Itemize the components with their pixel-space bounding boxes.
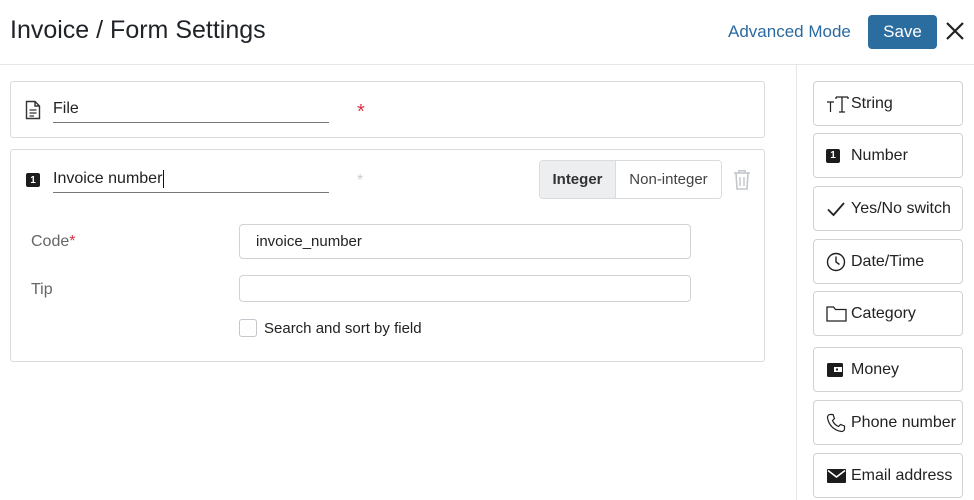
field-name-input[interactable]: Invoice number — [53, 165, 329, 193]
field-type-label: Phone number — [851, 413, 956, 431]
integer-option[interactable]: Integer — [540, 161, 616, 198]
header: Invoice / Form Settings Advanced Mode Sa… — [0, 0, 974, 65]
required-toggle[interactable]: * — [357, 172, 363, 190]
field-name-text: Invoice number — [53, 169, 163, 187]
field-type-yes-no[interactable]: Yes/No switch — [813, 186, 963, 231]
code-label: Code* — [31, 233, 75, 251]
field-name-input[interactable]: File — [53, 95, 329, 123]
save-button[interactable]: Save — [868, 15, 937, 49]
field-type-number[interactable]: 1 Number — [813, 133, 963, 178]
search-sort-label: Search and sort by field — [264, 320, 422, 337]
field-type-label: String — [851, 94, 893, 112]
text-icon — [826, 94, 850, 114]
field-type-label: Date/Time — [851, 252, 925, 270]
tip-input[interactable] — [239, 275, 691, 302]
code-label-text: Code — [31, 233, 70, 250]
advanced-mode-link[interactable]: Advanced Mode — [728, 22, 851, 42]
field-type-money[interactable]: Money — [813, 347, 963, 392]
field-card-invoice-number: 1 Invoice number * Integer Non-integer C… — [10, 149, 765, 362]
envelope-icon — [826, 466, 850, 486]
search-sort-checkbox[interactable] — [239, 319, 257, 337]
close-icon[interactable] — [943, 19, 967, 43]
page-title: Invoice / Form Settings — [10, 16, 266, 44]
phone-icon — [826, 413, 850, 433]
wallet-icon — [826, 360, 850, 380]
folder-icon — [826, 304, 850, 324]
non-integer-option[interactable]: Non-integer — [616, 161, 721, 198]
field-type-label: Email address — [851, 466, 953, 484]
field-type-label: Yes/No switch — [851, 199, 951, 217]
field-type-label: Money — [851, 360, 900, 378]
required-toggle[interactable]: * — [357, 101, 365, 124]
number-icon-box: 1 — [826, 148, 840, 163]
document-icon — [25, 100, 41, 125]
field-type-label: Number — [851, 146, 908, 164]
number-icon: 1 — [26, 173, 40, 187]
field-type-date-time[interactable]: Date/Time — [813, 239, 963, 284]
text-cursor — [163, 169, 165, 188]
code-required-star: * — [69, 233, 76, 250]
tip-label: Tip — [31, 281, 53, 298]
field-type-phone[interactable]: Phone number — [813, 400, 963, 445]
check-icon — [826, 199, 850, 219]
trash-icon[interactable] — [733, 169, 751, 195]
field-name-text: File — [53, 99, 79, 117]
code-input[interactable]: invoice_number — [239, 224, 691, 259]
field-type-category[interactable]: Category — [813, 291, 963, 336]
number-icon-glyph: 1 — [830, 150, 836, 161]
field-card-file: File * — [10, 81, 765, 138]
field-type-email[interactable]: Email address — [813, 453, 963, 498]
number-icon-glyph: 1 — [30, 174, 36, 186]
clock-icon — [826, 252, 850, 272]
field-type-string[interactable]: String — [813, 81, 963, 126]
field-types-panel: String 1 Number Yes/No switch Date/Time … — [796, 65, 974, 500]
number-icon: 1 — [826, 146, 850, 166]
number-type-toggle: Integer Non-integer — [539, 160, 722, 199]
field-type-label: Category — [851, 304, 916, 322]
